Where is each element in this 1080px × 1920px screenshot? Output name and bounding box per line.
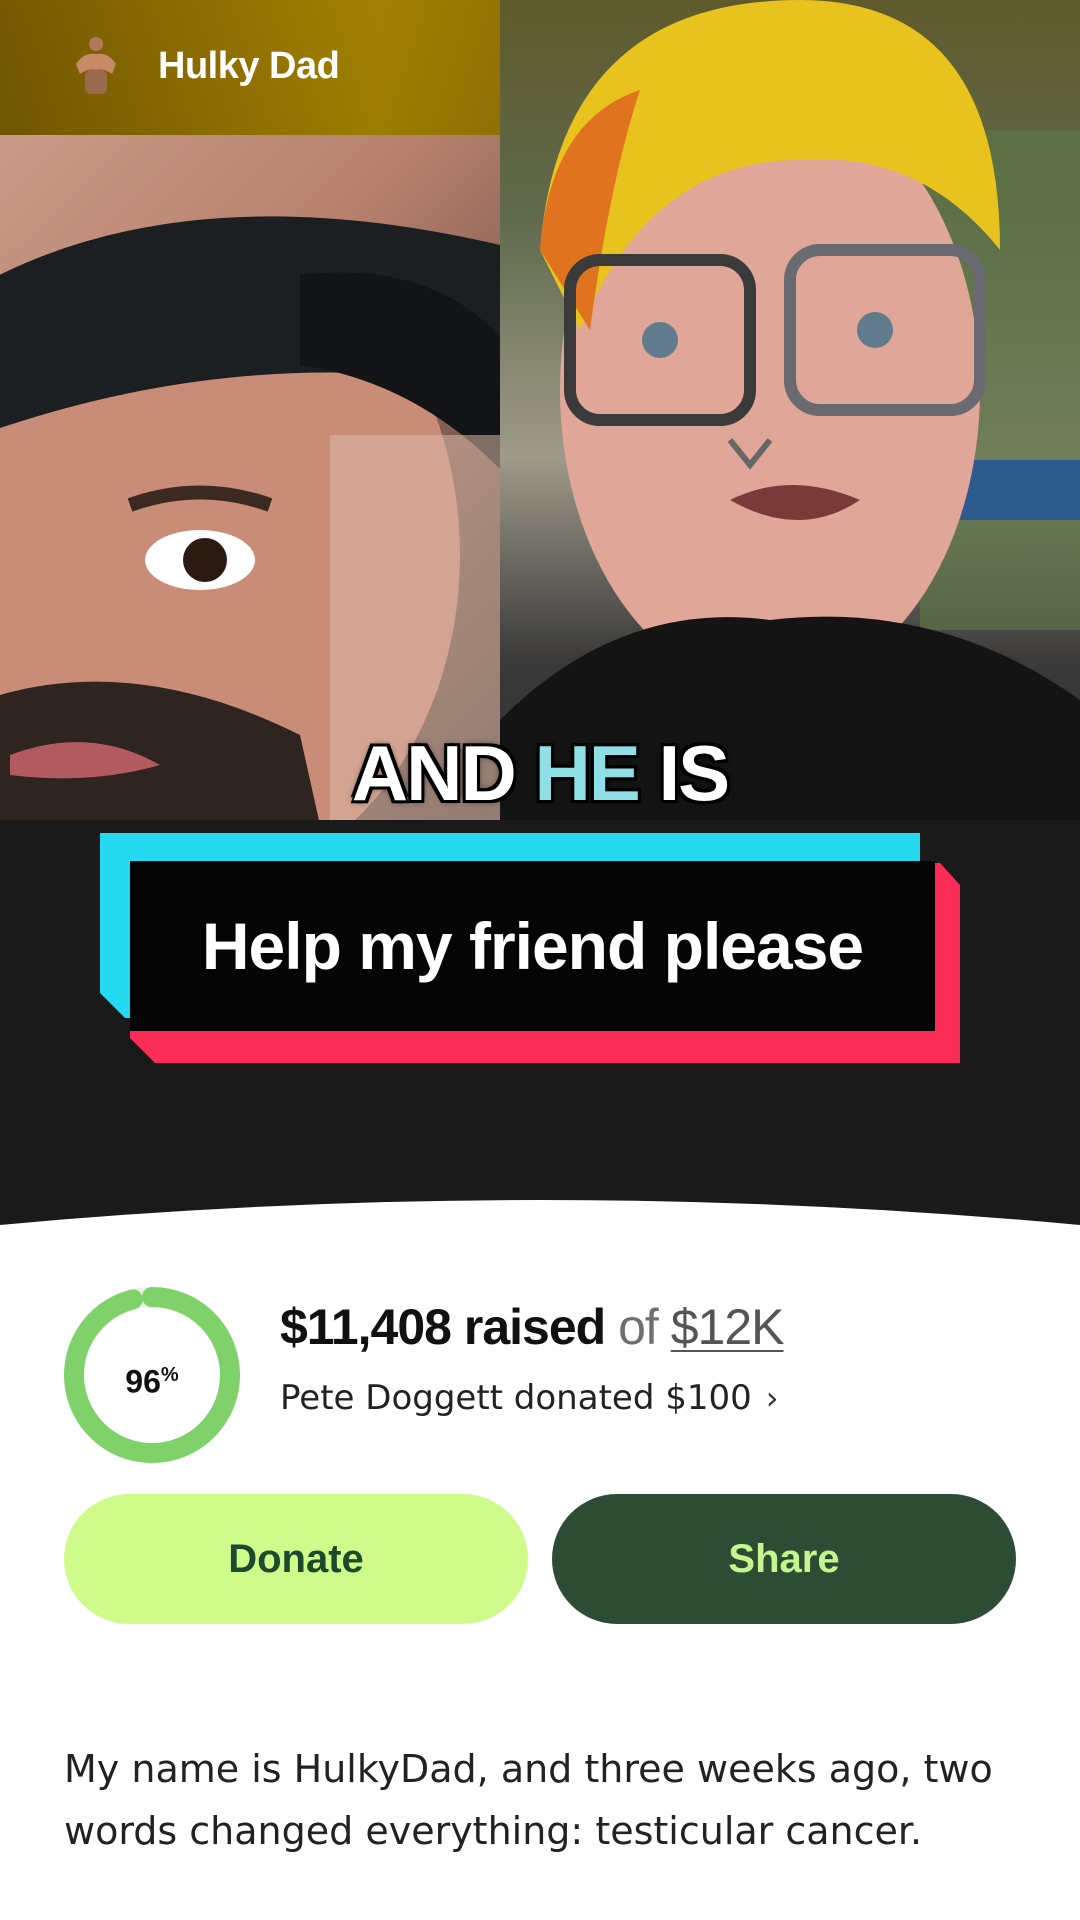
video-frame[interactable]: Hulky Dad AND HE IS Help my friend pleas… xyxy=(0,0,1080,1240)
fundraiser-panel: 96% $11,408 raised of $12K Pete Doggett … xyxy=(0,1230,1080,1920)
flexing-man-icon xyxy=(70,34,122,98)
banner-text: Help my friend please xyxy=(201,909,864,983)
share-button[interactable]: Share xyxy=(552,1494,1016,1624)
raised-summary: $11,408 raised of $12K xyxy=(280,1298,785,1356)
caption-word: AND xyxy=(351,729,517,817)
story-text: My name is HulkyDad, and three weeks ago… xyxy=(64,1747,993,1853)
donate-button[interactable]: Donate xyxy=(64,1494,528,1624)
caption-word: IS xyxy=(658,729,731,817)
recent-donation[interactable]: Pete Doggett donated $100 › xyxy=(280,1378,779,1418)
caption-word-highlight: HE xyxy=(534,729,640,817)
of-label: of xyxy=(618,1299,659,1355)
account-header[interactable]: Hulky Dad xyxy=(70,34,340,98)
account-name: Hulky Dad xyxy=(158,44,340,87)
chevron-right-icon: › xyxy=(765,1379,779,1417)
man-with-cap-illustration xyxy=(0,216,540,825)
caption-banner: Help my friend please xyxy=(100,833,960,1063)
goal-amount[interactable]: $12K xyxy=(671,1299,785,1355)
left-photo xyxy=(0,135,540,825)
video-caption: AND HE IS xyxy=(0,728,1080,819)
progress-percent: 96% xyxy=(125,1363,179,1400)
recent-donation-text: Pete Doggett donated $100 xyxy=(280,1378,752,1418)
raised-amount: $11,408 raised xyxy=(280,1299,606,1355)
